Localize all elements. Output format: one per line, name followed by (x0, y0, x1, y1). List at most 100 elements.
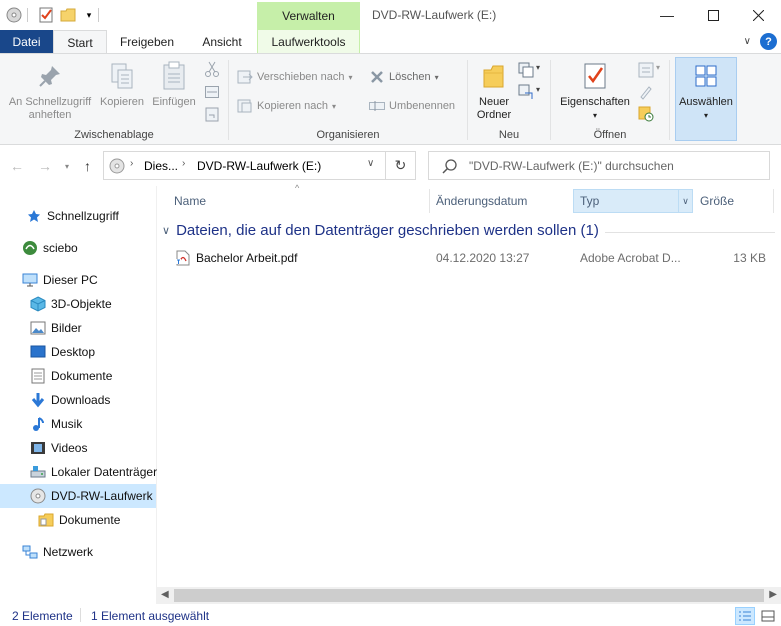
recent-locations-chevron-icon[interactable]: ▾ (65, 162, 69, 171)
sidebar-item-documents[interactable]: Dokumente (0, 364, 156, 388)
large-icons-view-button[interactable] (758, 607, 778, 625)
properties-check-icon[interactable] (37, 6, 55, 24)
scroll-right-arrow-icon[interactable]: ▶ (769, 589, 777, 600)
close-button[interactable] (735, 0, 781, 30)
select-button[interactable]: Auswählen ▾ (675, 57, 737, 141)
sidebar-item-3d-objects[interactable]: 3D-Objekte (0, 292, 156, 316)
sidebar-item-dvd-documents[interactable]: Dokumente (0, 508, 156, 532)
new-folder-button[interactable]: Neuer Ordner (472, 60, 516, 122)
scroll-left-arrow-icon[interactable]: ◀ (161, 589, 169, 600)
column-separator[interactable] (429, 189, 430, 213)
sidebar-item-quick-access[interactable]: Schnellzugriff (0, 204, 156, 228)
chevron-down-icon: ▾ (703, 111, 708, 120)
delete-label: Löschen (389, 71, 431, 83)
table-row[interactable]: Bachelor Arbeit.pdf 04.12.2020 13:27 Ado… (174, 247, 774, 269)
column-header-name[interactable]: Name (174, 189, 424, 213)
drive-icon (30, 464, 46, 480)
horizontal-scrollbar[interactable]: ◀ ▶ (157, 587, 781, 604)
copy-path-icon[interactable] (204, 84, 220, 100)
rename-button[interactable]: Umbenennen (369, 96, 455, 116)
rename-label: Umbenennen (389, 100, 456, 112)
sidebar-item-pictures[interactable]: Bilder (0, 316, 156, 340)
paste-shortcut-icon[interactable] (204, 106, 220, 122)
sidebar-item-this-pc[interactable]: Dieser PC (0, 268, 156, 292)
tab-laufwerktools[interactable]: Laufwerktools (257, 30, 360, 54)
new-group-label: Neu (498, 129, 520, 141)
copy-to-button[interactable]: Kopieren nach ▾ (237, 96, 336, 116)
breadcrumb-chevron-icon[interactable]: › (182, 158, 185, 169)
easy-access-icon[interactable] (518, 84, 534, 100)
pin-label: An Schnellzugriff anheften (8, 96, 92, 121)
copy-button[interactable]: Kopieren (97, 60, 147, 109)
cut-icon[interactable] (204, 61, 220, 77)
pin-to-quick-access-button[interactable]: An Schnellzugriff anheften (4, 60, 96, 122)
tab-ansicht[interactable]: Ansicht (187, 30, 257, 54)
dvd-drive-icon (109, 158, 125, 177)
chevron-down-icon[interactable]: ▾ (656, 63, 660, 72)
move-to-icon (237, 69, 253, 85)
sidebar-item-music[interactable]: Musik (0, 412, 156, 436)
breadcrumb-this-pc[interactable]: Dies... (144, 159, 178, 173)
pin-icon (34, 60, 66, 92)
address-bar[interactable]: › Dies... › DVD-RW-Laufwerk (E:) ∨ (103, 151, 386, 180)
scrollbar-thumb[interactable] (174, 589, 764, 602)
group-divider (605, 232, 775, 233)
back-arrow-icon[interactable]: ← (10, 158, 24, 174)
address-dropdown-icon[interactable]: ∨ (367, 158, 374, 169)
sidebar-item-local-disk[interactable]: Lokaler Datenträger (0, 460, 157, 484)
delete-button[interactable]: Löschen ▾ (369, 67, 439, 87)
collapse-ribbon-icon[interactable]: ∨ (744, 36, 751, 47)
copy-icon (106, 60, 138, 92)
edit-icon[interactable] (638, 84, 654, 100)
properties-button[interactable]: Eigenschaften ▾ (556, 60, 634, 122)
maximize-button[interactable] (690, 0, 736, 30)
tab-datei[interactable]: Datei (0, 30, 53, 54)
new-item-icon[interactable] (518, 62, 534, 78)
music-icon (30, 416, 46, 432)
sidebar-item-dvd-drive[interactable]: DVD-RW-Laufwerk (0, 484, 156, 508)
column-separator[interactable] (773, 189, 774, 213)
properties-check-icon (579, 60, 611, 92)
forward-arrow-icon[interactable]: → (38, 158, 52, 174)
new-folder-icon[interactable] (59, 6, 77, 24)
column-header-type[interactable]: Typ ∨ (573, 189, 693, 213)
pictures-icon (30, 320, 46, 336)
breadcrumb-chevron-icon[interactable]: › (130, 158, 133, 169)
group-collapse-chevron-icon[interactable]: ∨ (162, 224, 170, 237)
chevron-down-icon: ▾ (331, 101, 336, 111)
tab-start[interactable]: Start (53, 30, 107, 54)
minimize-button[interactable]: — (644, 0, 690, 30)
column-filter-chevron-icon[interactable]: ∨ (678, 190, 692, 212)
move-to-button[interactable]: Verschieben nach ▾ (237, 67, 352, 87)
sidebar-item-label: Dokumente (51, 369, 113, 383)
paste-button[interactable]: Einfügen (148, 60, 200, 109)
sidebar-item-label: sciebo (43, 241, 78, 255)
group-header[interactable]: ∨ Dateien, die auf den Datenträger gesch… (162, 222, 599, 239)
breadcrumb-dvd-drive[interactable]: DVD-RW-Laufwerk (E:) (197, 159, 321, 173)
up-arrow-icon[interactable]: ↑ (84, 158, 91, 174)
sidebar-item-sciebo[interactable]: sciebo (0, 236, 156, 260)
sidebar-item-desktop[interactable]: Desktop (0, 340, 156, 364)
delete-x-icon (369, 69, 385, 85)
ribbon: An Schnellzugriff anheften Kopieren Einf… (0, 53, 781, 145)
column-header-date[interactable]: Änderungsdatum (436, 189, 566, 213)
copy-label: Kopieren (99, 96, 145, 108)
open-icon[interactable] (638, 62, 654, 78)
organize-group-label: Organisieren (316, 129, 380, 141)
chevron-down-icon[interactable]: ▾ (536, 63, 540, 72)
column-header-size[interactable]: Größe (700, 189, 770, 213)
chevron-down-icon[interactable]: ▾ (536, 85, 540, 94)
help-button[interactable]: ? (760, 33, 777, 50)
search-input[interactable]: "DVD-RW-Laufwerk (E:)" durchsuchen (428, 151, 770, 180)
sidebar-item-downloads[interactable]: Downloads (0, 388, 156, 412)
sidebar-item-videos[interactable]: Videos (0, 436, 156, 460)
history-icon[interactable] (638, 106, 654, 122)
tab-freigeben[interactable]: Freigeben (107, 30, 187, 54)
drive-icon[interactable] (5, 6, 23, 24)
customize-dropdown-icon[interactable]: ▾ (80, 6, 98, 24)
title-bar: ▾ Verwalten DVD-RW-Laufwerk (E:) — (0, 0, 781, 30)
refresh-button[interactable]: ↻ (386, 151, 416, 180)
video-icon (30, 440, 46, 456)
sidebar-item-network[interactable]: Netzwerk (0, 540, 156, 564)
details-view-button[interactable] (735, 607, 755, 625)
